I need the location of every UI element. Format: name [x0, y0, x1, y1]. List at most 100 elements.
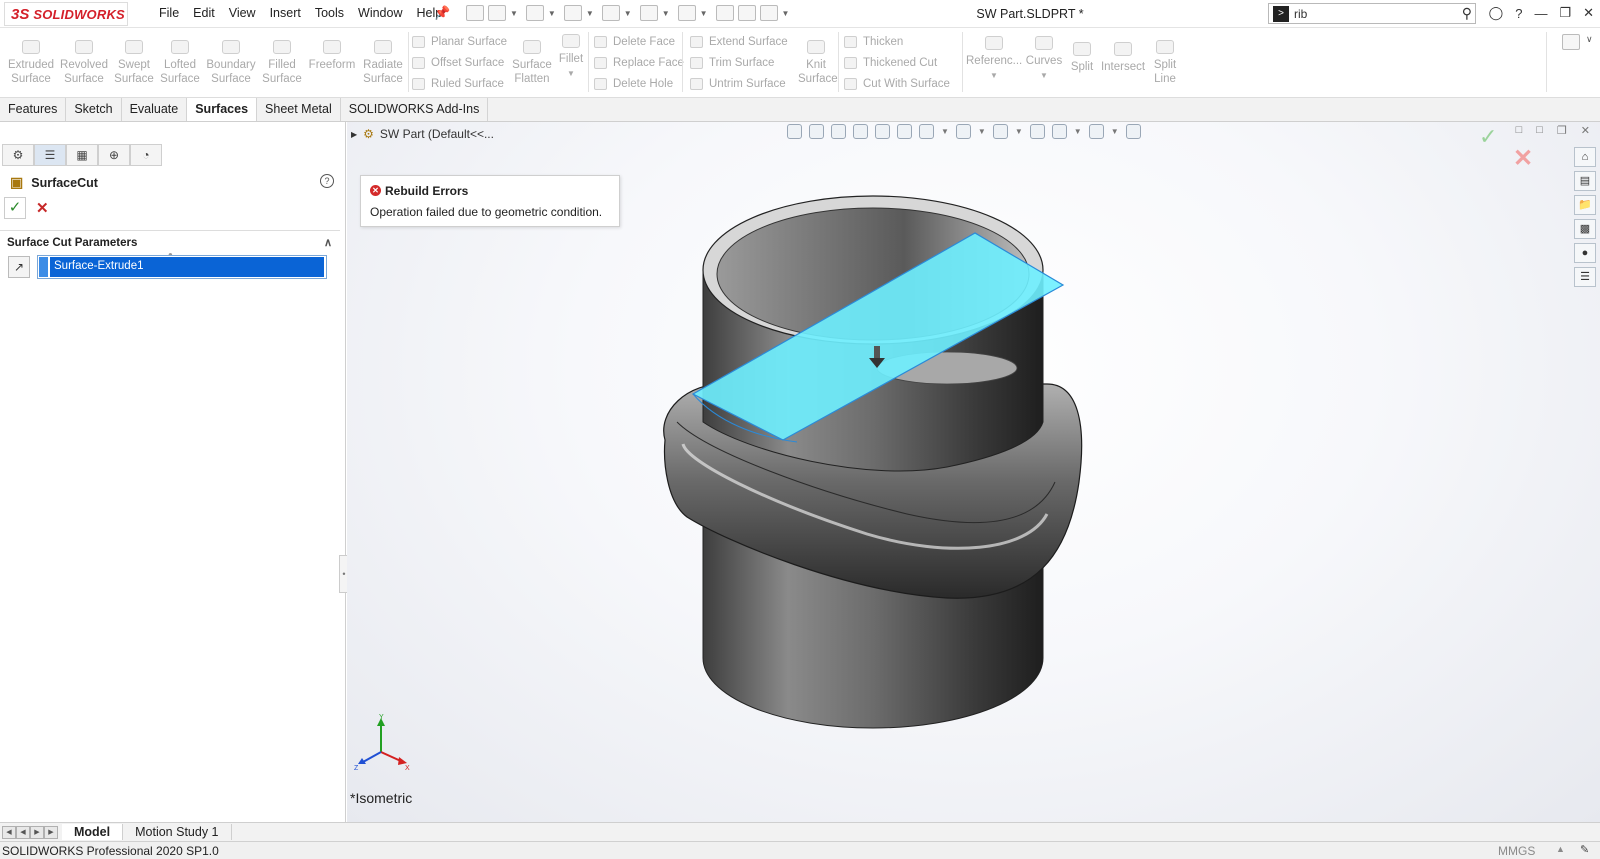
home-icon[interactable]	[466, 5, 484, 21]
menu-edit[interactable]: Edit	[186, 6, 222, 20]
chevron-down-icon[interactable]: ▼	[1015, 127, 1023, 136]
command-search-icon[interactable]: >	[1273, 5, 1289, 22]
chevron-down-icon[interactable]: ▼	[1111, 127, 1119, 136]
realview-icon[interactable]	[1125, 124, 1141, 139]
reference-geometry-button[interactable]: Referenc... ▼	[966, 36, 1022, 83]
previous-tab-icon[interactable]: ◀	[16, 825, 30, 839]
search-input[interactable]	[1294, 6, 1434, 21]
solidworks-logo[interactable]: 3S SOLIDWORKS	[4, 2, 128, 26]
chevron-up-icon[interactable]: ∧	[324, 236, 332, 249]
close-icon[interactable]: ✕	[1583, 5, 1594, 21]
tab-evaluate[interactable]: Evaluate	[122, 98, 188, 121]
instant3d-icon[interactable]	[897, 124, 912, 139]
tile-view-icon[interactable]: □	[1516, 124, 1523, 137]
search-commands-box[interactable]: > ⚲	[1268, 3, 1476, 24]
revolved-surface-button[interactable]: Revolved Surface	[60, 40, 108, 86]
options-gear-icon[interactable]	[759, 5, 778, 21]
tab-surfaces[interactable]: Surfaces	[187, 98, 258, 121]
boundary-surface-button[interactable]: Boundary Surface	[204, 40, 258, 86]
hide-show-items-icon[interactable]	[992, 124, 1008, 139]
offset-surface-button[interactable]: Offset Surface	[412, 57, 504, 69]
chevron-down-icon[interactable]: ▼	[978, 127, 986, 136]
split-button[interactable]: Split	[1066, 42, 1098, 74]
custom-properties-icon[interactable]: ☰	[1574, 267, 1596, 287]
menu-insert[interactable]: Insert	[263, 6, 308, 20]
planar-surface-button[interactable]: Planar Surface	[412, 36, 507, 48]
tab-motion-study[interactable]: Motion Study 1	[123, 824, 232, 840]
chevron-up-icon[interactable]: ▲	[1556, 844, 1565, 854]
zoom-to-fit-icon[interactable]	[787, 124, 802, 139]
last-tab-icon[interactable]: ▶	[44, 825, 58, 839]
customize-ribbon-icon[interactable]	[1562, 34, 1580, 50]
thicken-button[interactable]: Thicken	[844, 36, 903, 48]
next-tab-icon[interactable]: ▶	[30, 825, 44, 839]
chevron-down-icon[interactable]: ▼	[548, 9, 556, 18]
view-orientation-icon[interactable]	[919, 124, 934, 139]
help-icon[interactable]: ?	[320, 174, 334, 188]
undo-icon[interactable]	[639, 5, 658, 21]
pin-icon[interactable]: 📌	[434, 5, 450, 21]
solidworks-resources-icon[interactable]: ⌂	[1574, 147, 1596, 167]
help-icon[interactable]: ?	[1515, 6, 1522, 21]
feature-tree-flyout[interactable]: ▶ ⚙ SW Part (Default<<...	[351, 127, 494, 141]
open-icon[interactable]	[525, 5, 544, 21]
flip-cut-direction-icon[interactable]: ↗	[8, 256, 30, 278]
chevron-down-icon[interactable]: ▼	[1074, 127, 1082, 136]
chevron-down-icon[interactable]: ▼	[567, 69, 575, 78]
tab-features[interactable]: Features	[0, 98, 67, 121]
confirm-cancel-icon[interactable]: ✕	[1513, 144, 1533, 173]
knit-surface-button[interactable]: Knit Surface	[798, 40, 838, 86]
chevron-down-icon[interactable]: ▼	[700, 9, 708, 18]
cancel-button[interactable]: ✕	[36, 199, 49, 217]
curves-button[interactable]: Curves ▼	[1024, 36, 1064, 83]
confirm-ok-icon[interactable]: ✓	[1479, 124, 1497, 150]
unit-system[interactable]: MMGS	[1498, 844, 1535, 858]
section-view-icon[interactable]	[853, 124, 868, 139]
extend-surface-button[interactable]: Extend Surface	[690, 36, 788, 48]
chevron-down-icon[interactable]: ∨	[1586, 34, 1593, 45]
swept-surface-button[interactable]: Swept Surface	[112, 40, 156, 86]
restore-icon[interactable]: ❐	[1559, 5, 1571, 21]
selected-surface-item[interactable]: Surface-Extrude1	[50, 257, 324, 277]
view-settings-icon[interactable]	[1088, 124, 1104, 139]
lofted-surface-button[interactable]: Lofted Surface	[158, 40, 202, 86]
surface-cut-parameters-group[interactable]: Surface Cut Parameters ∧	[0, 230, 340, 255]
search-icon[interactable]: ⚲	[1462, 5, 1472, 22]
tab-sketch[interactable]: Sketch	[66, 98, 122, 121]
menu-tools[interactable]: Tools	[308, 6, 351, 20]
expand-arrow-icon[interactable]: ▶	[351, 130, 357, 139]
delete-hole-button[interactable]: Delete Hole	[594, 78, 673, 90]
print-icon[interactable]	[601, 5, 620, 21]
user-icon[interactable]: ◯	[1489, 5, 1504, 21]
appearances-icon[interactable]: ●	[1574, 243, 1596, 263]
split-line-button[interactable]: Split Line	[1148, 40, 1182, 86]
untrim-surface-button[interactable]: Untrim Surface	[690, 78, 786, 90]
display-style-icon[interactable]	[955, 124, 971, 139]
cutting-surface-selection-box[interactable]: Surface-Extrude1	[37, 255, 327, 279]
feature-manager-tab-icon[interactable]: ⚙	[2, 144, 34, 166]
menu-file[interactable]: File	[152, 6, 186, 20]
rebuild-icon[interactable]	[715, 5, 734, 21]
chevron-down-icon[interactable]: ▼	[624, 9, 632, 18]
chevron-down-icon[interactable]: ▼	[662, 9, 670, 18]
split-view-icon[interactable]: □	[1536, 124, 1543, 137]
chevron-down-icon[interactable]: ▼	[586, 9, 594, 18]
chevron-down-icon[interactable]: ▼	[1040, 71, 1048, 80]
dynamic-annotation-icon[interactable]	[875, 124, 890, 139]
menu-window[interactable]: Window	[351, 6, 409, 20]
file-explorer-icon[interactable]: 📁	[1574, 195, 1596, 215]
minimize-icon[interactable]: —	[1534, 6, 1547, 21]
thickened-cut-button[interactable]: Thickened Cut	[844, 57, 937, 69]
apply-scene-icon[interactable]	[1051, 124, 1067, 139]
ok-button[interactable]: ✓	[4, 197, 26, 219]
chevron-down-icon[interactable]: ▼	[941, 127, 949, 136]
chevron-down-icon[interactable]: ▼	[990, 71, 998, 80]
restore-view-icon[interactable]: ❐	[1557, 124, 1567, 137]
tab-model[interactable]: Model	[62, 824, 124, 840]
filled-surface-button[interactable]: Filled Surface	[260, 40, 304, 86]
previous-view-icon[interactable]	[831, 124, 846, 139]
file-properties-icon[interactable]	[737, 5, 756, 21]
zoom-to-area-icon[interactable]	[809, 124, 824, 139]
chevron-down-icon[interactable]: ▼	[510, 9, 518, 18]
trim-surface-button[interactable]: Trim Surface	[690, 57, 774, 69]
